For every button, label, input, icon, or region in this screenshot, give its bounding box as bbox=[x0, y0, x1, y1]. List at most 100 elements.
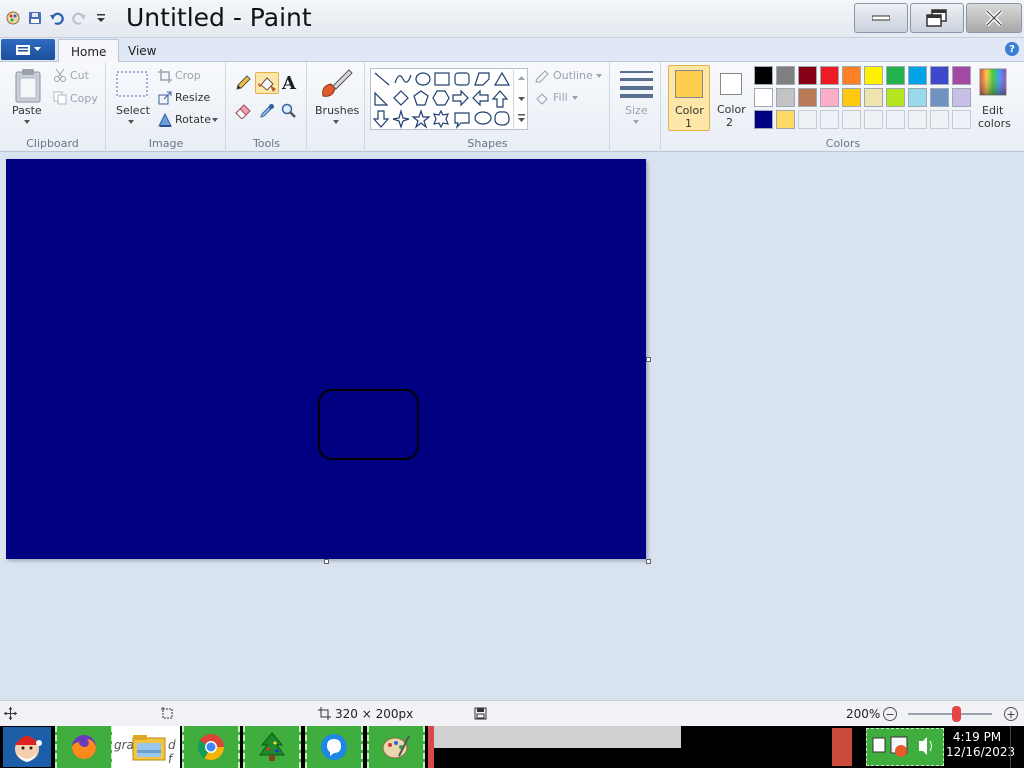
palette-swatch[interactable] bbox=[776, 66, 795, 85]
palette-swatch[interactable] bbox=[754, 66, 773, 85]
zoom-slider-thumb[interactable] bbox=[952, 706, 961, 722]
paste-dropdown-icon[interactable] bbox=[24, 120, 30, 124]
brushes-button[interactable] bbox=[319, 68, 353, 103]
brushes-dropdown-icon[interactable] bbox=[333, 120, 339, 124]
show-hidden-icons[interactable] bbox=[832, 728, 852, 766]
palette-swatch[interactable] bbox=[908, 66, 927, 85]
close-button[interactable] bbox=[966, 3, 1022, 33]
taskbar-file-explorer[interactable]: gra d f bbox=[112, 726, 180, 768]
zoom-slider-track[interactable] bbox=[908, 713, 992, 715]
fill-bucket-icon[interactable] bbox=[255, 72, 279, 94]
fill-button[interactable]: Fill bbox=[553, 91, 568, 104]
paint-app-icon[interactable] bbox=[4, 9, 22, 27]
palette-swatch[interactable] bbox=[754, 110, 773, 129]
taskbar-firefox[interactable] bbox=[55, 726, 113, 768]
image-group-label: Image bbox=[148, 137, 184, 150]
rotate-button[interactable]: Rotate bbox=[175, 113, 211, 126]
taskbar-paint[interactable] bbox=[367, 726, 425, 768]
crop-button[interactable]: Crop bbox=[175, 69, 201, 82]
redo-icon[interactable] bbox=[70, 9, 88, 27]
rotate-dropdown-icon[interactable] bbox=[212, 118, 218, 122]
copy-button[interactable]: Copy bbox=[70, 92, 98, 105]
palette-swatch[interactable] bbox=[952, 66, 971, 85]
palette-swatch-empty[interactable] bbox=[952, 110, 971, 129]
fill-icon bbox=[534, 91, 550, 108]
clipboard-icon bbox=[15, 69, 41, 103]
magnifier-icon[interactable] bbox=[281, 103, 297, 122]
triangle-shape-icon bbox=[493, 71, 511, 86]
color2-button[interactable]: Color 2 bbox=[712, 65, 752, 131]
paste-button[interactable] bbox=[14, 68, 42, 107]
palette-swatch[interactable] bbox=[952, 88, 971, 107]
tools-group-label: Tools bbox=[252, 137, 281, 150]
palette-swatch[interactable] bbox=[842, 88, 861, 107]
tab-view[interactable]: View bbox=[116, 39, 168, 62]
select-icon[interactable] bbox=[116, 70, 148, 101]
shapes-grid bbox=[372, 71, 511, 129]
resize-handle-corner[interactable] bbox=[646, 559, 651, 564]
restore-button[interactable] bbox=[910, 3, 964, 33]
color1-button[interactable]: Color 1 bbox=[668, 65, 710, 131]
resize-button[interactable]: Resize bbox=[175, 91, 210, 104]
palette-swatch[interactable] bbox=[798, 88, 817, 107]
palette-swatch[interactable] bbox=[798, 66, 817, 85]
palette-swatch[interactable] bbox=[776, 110, 795, 129]
eraser-icon[interactable] bbox=[234, 103, 252, 122]
palette-swatch[interactable] bbox=[820, 88, 839, 107]
taskbar-christmas-tree[interactable] bbox=[243, 726, 301, 768]
help-icon[interactable]: ? bbox=[1005, 42, 1019, 56]
zoom-in-button[interactable]: + bbox=[1004, 707, 1018, 721]
drawing-canvas[interactable] bbox=[6, 159, 646, 559]
outline-dropdown-icon[interactable] bbox=[596, 74, 602, 78]
palette-swatch[interactable] bbox=[908, 88, 927, 107]
select-dropdown-icon[interactable] bbox=[128, 120, 134, 124]
palette-swatch[interactable] bbox=[930, 66, 949, 85]
ribbon-tabs: Home View ? bbox=[0, 38, 1024, 63]
minimize-button[interactable] bbox=[854, 3, 908, 33]
palette-swatch[interactable] bbox=[886, 66, 905, 85]
palette-swatch[interactable] bbox=[930, 88, 949, 107]
resize-handle-right[interactable] bbox=[646, 357, 651, 362]
cut-button[interactable]: Cut bbox=[70, 69, 89, 82]
resize-handle-bottom[interactable] bbox=[324, 559, 329, 564]
fill-dropdown-icon[interactable] bbox=[572, 96, 578, 100]
pencil-icon[interactable] bbox=[234, 74, 252, 95]
file-menu-button[interactable] bbox=[1, 39, 55, 60]
palette-swatch-empty[interactable] bbox=[886, 110, 905, 129]
taskbar-chrome[interactable] bbox=[182, 726, 240, 768]
down-arrow-shape-icon bbox=[372, 110, 390, 128]
palette-swatch-empty[interactable] bbox=[798, 110, 817, 129]
size-dropdown-icon[interactable] bbox=[633, 120, 639, 124]
shapes-scrollbar[interactable] bbox=[513, 68, 528, 130]
palette-swatch[interactable] bbox=[842, 66, 861, 85]
palette-swatch[interactable] bbox=[864, 88, 883, 107]
taskbar-messenger[interactable] bbox=[305, 726, 363, 768]
palette-swatch-empty[interactable] bbox=[864, 110, 883, 129]
palette-swatch[interactable] bbox=[820, 66, 839, 85]
outline-button[interactable]: Outline bbox=[553, 69, 593, 82]
palette-swatch[interactable] bbox=[886, 88, 905, 107]
taskbar-clock[interactable]: 4:19 PM 12/16/2023 bbox=[946, 730, 1015, 760]
show-desktop-button[interactable] bbox=[1010, 726, 1024, 768]
canvas-workspace[interactable] bbox=[0, 152, 1024, 700]
select-button[interactable]: Select bbox=[116, 104, 150, 117]
tab-home[interactable]: Home bbox=[58, 39, 120, 63]
palette-swatch[interactable] bbox=[776, 88, 795, 107]
palette-swatch-empty[interactable] bbox=[842, 110, 861, 129]
save-icon[interactable] bbox=[26, 9, 44, 27]
palette-swatch-empty[interactable] bbox=[908, 110, 927, 129]
zoom-out-button[interactable]: − bbox=[883, 707, 897, 721]
customize-qat-icon[interactable] bbox=[92, 9, 110, 27]
color-picker-icon[interactable] bbox=[259, 103, 275, 122]
size-button[interactable]: Size bbox=[625, 104, 648, 117]
palette-swatch[interactable] bbox=[864, 66, 883, 85]
start-button[interactable] bbox=[3, 727, 51, 767]
text-tool-icon[interactable]: A bbox=[282, 73, 296, 94]
palette-swatch-empty[interactable] bbox=[820, 110, 839, 129]
palette-swatch[interactable] bbox=[754, 88, 773, 107]
taskbar: gra d f 4:19 PM 12/16/2023 bbox=[0, 726, 1024, 768]
palette-swatch-empty[interactable] bbox=[930, 110, 949, 129]
undo-icon[interactable] bbox=[48, 9, 66, 27]
rounded-rectangle-shape[interactable] bbox=[318, 389, 419, 460]
edit-colors-icon[interactable] bbox=[979, 68, 1007, 99]
